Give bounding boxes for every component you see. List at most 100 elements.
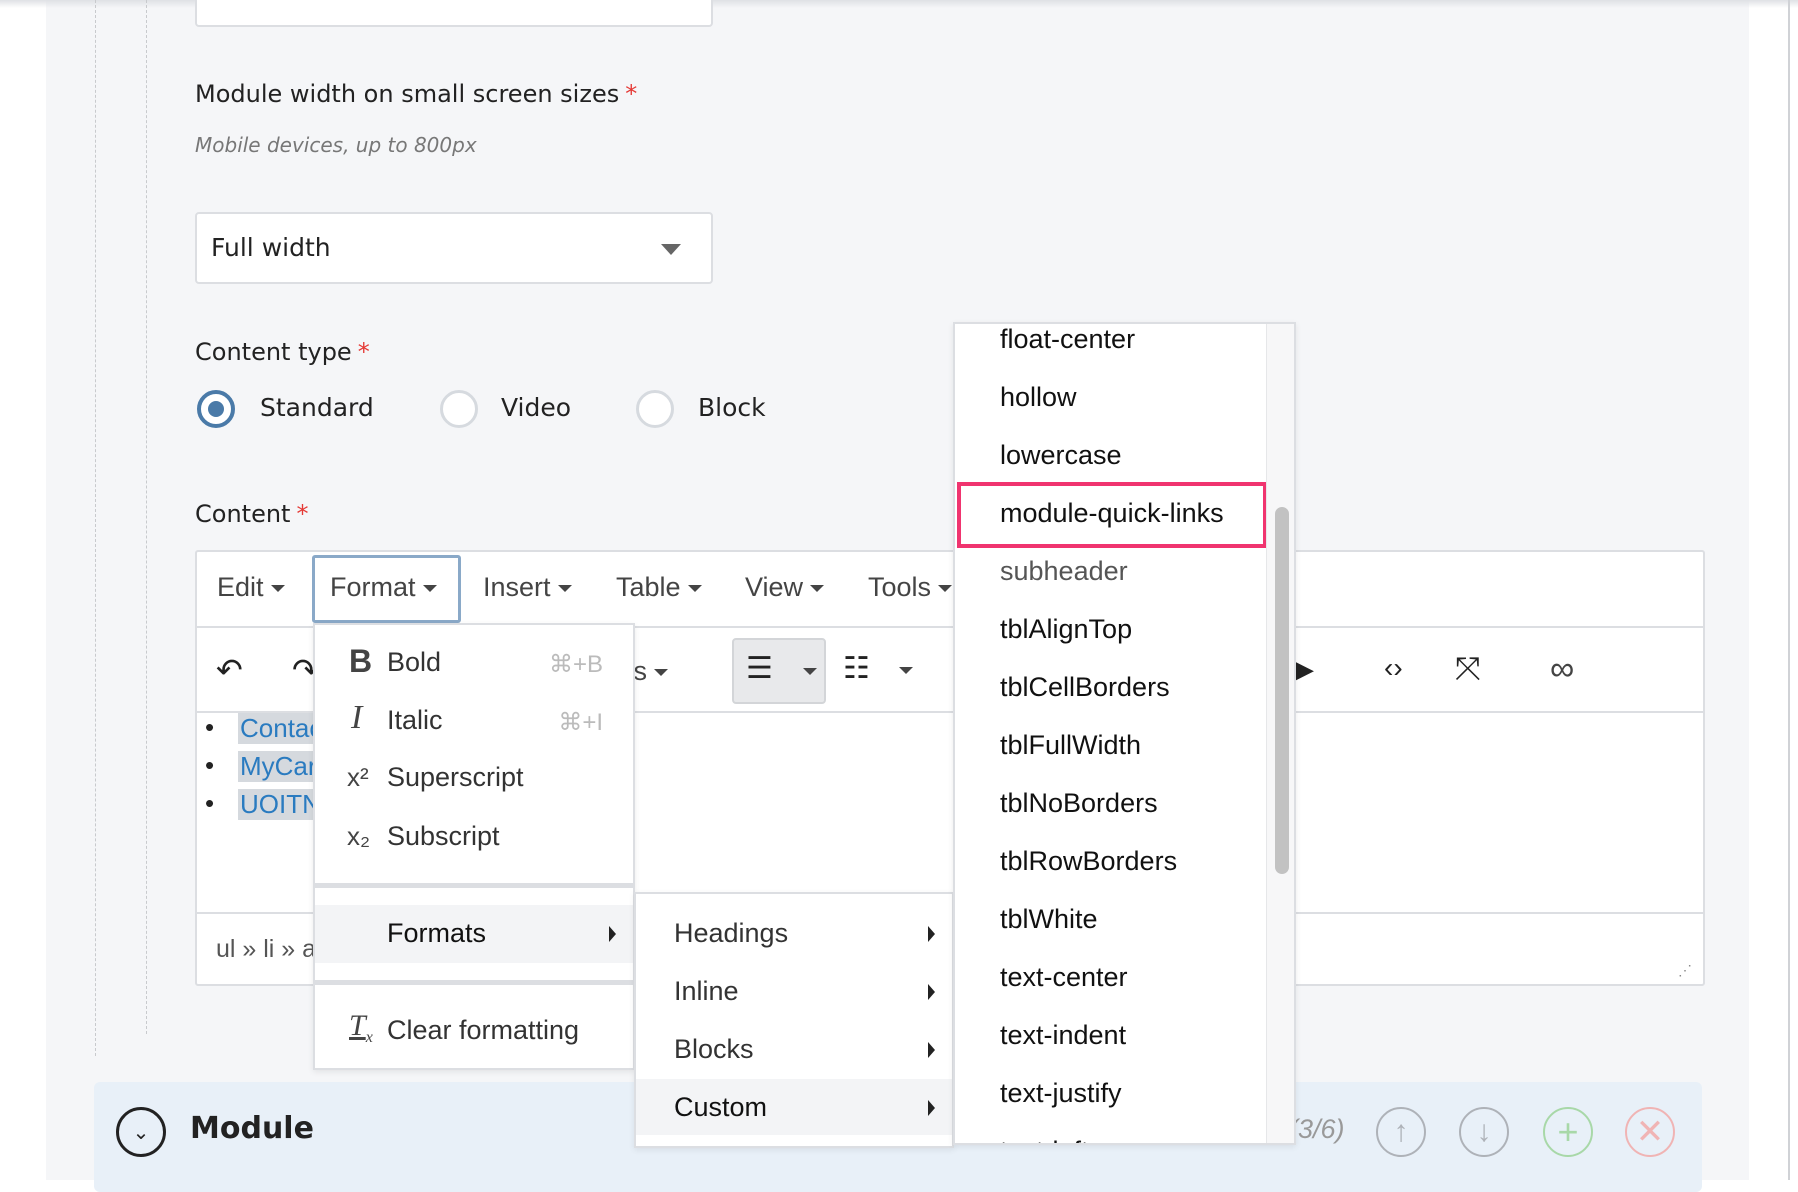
- custom-item-label: tblRowBorders: [1000, 846, 1178, 876]
- content-link[interactable]: Contac: [238, 713, 325, 744]
- undo-icon[interactable]: ↶: [216, 654, 243, 686]
- custom-item-label: text-indent: [1000, 1020, 1127, 1050]
- menu-item-label: Clear formatting: [387, 1015, 580, 1045]
- menu-insert[interactable]: Insert: [483, 572, 572, 603]
- custom-item-hollow[interactable]: hollow: [955, 368, 1265, 426]
- custom-item-label: tblCellBorders: [1000, 672, 1170, 702]
- superscript-icon: x²: [347, 762, 369, 792]
- custom-item-label: subheader: [1000, 556, 1128, 586]
- menu-item-italic[interactable]: I Italic ⌘+I: [315, 695, 633, 751]
- close-icon: ✕: [1635, 1113, 1665, 1151]
- content-link[interactable]: UOITN: [238, 789, 323, 820]
- menu-item-label: Subscript: [387, 821, 500, 851]
- submenu-arrow-icon: [928, 926, 935, 942]
- shortcut: ⌘+B: [548, 651, 603, 678]
- media-icon[interactable]: ▶: [1294, 656, 1314, 682]
- select-value: Full width: [211, 233, 331, 262]
- content-type-label: Content type *: [195, 338, 370, 366]
- collapse-toggle[interactable]: ⌄: [116, 1107, 166, 1157]
- custom-item-tblRowBorders[interactable]: tblRowBorders: [955, 832, 1265, 890]
- nesting-guide: [146, 0, 147, 1034]
- formats-submenu: Headings Inline Blocks Custom: [634, 892, 954, 1148]
- custom-item-label: lowercase: [1000, 440, 1122, 470]
- bullet-list-button[interactable]: ☰: [732, 638, 826, 704]
- arrow-up-icon: ↑: [1393, 1115, 1409, 1148]
- menu-item-bold[interactable]: B Bold ⌘+B: [315, 637, 633, 693]
- clear-formatting-icon: Tx: [349, 1009, 373, 1046]
- submenu-arrow-icon: [928, 1100, 935, 1116]
- plus-icon: +: [1557, 1111, 1579, 1152]
- menu-item-label: Bold: [387, 647, 442, 677]
- menu-item-clear-formatting[interactable]: Tx Clear formatting: [315, 1003, 633, 1059]
- chevron-down-icon: ⌄: [132, 1121, 150, 1144]
- module-counter: (3/6): [1289, 1114, 1345, 1144]
- radio-standard-label[interactable]: Standard: [260, 393, 374, 422]
- remove-button[interactable]: ✕: [1625, 1107, 1675, 1157]
- submenu-item-headings[interactable]: Headings: [636, 904, 952, 962]
- custom-item-text-justify[interactable]: text-justify: [955, 1064, 1265, 1122]
- menu-format-label[interactable]: Format: [330, 572, 437, 603]
- menu-item-label: Headings: [674, 918, 789, 948]
- custom-item-label: tblFullWidth: [1000, 730, 1142, 760]
- radio-block-label[interactable]: Block: [698, 393, 766, 422]
- small-width-label: Module width on small screen sizes *: [195, 80, 638, 108]
- small-width-select[interactable]: Full width: [195, 212, 713, 284]
- scrollbar-track[interactable]: [1266, 324, 1294, 1143]
- custom-item-label: hollow: [1000, 382, 1077, 412]
- menu-tools[interactable]: Tools: [868, 572, 953, 603]
- custom-item-label: float-center: [1000, 324, 1136, 354]
- move-up-button[interactable]: ↑: [1376, 1107, 1426, 1157]
- menu-item-label: Superscript: [387, 762, 524, 792]
- custom-item-label: module-quick-links: [1000, 498, 1224, 528]
- custom-item-tblFullWidth[interactable]: tblFullWidth: [955, 716, 1265, 774]
- radio-block[interactable]: [636, 390, 674, 428]
- custom-formats-menu: float-center hollow lowercase module-quick-…: [953, 322, 1296, 1145]
- menu-item-label: Italic: [387, 705, 443, 735]
- submenu-item-blocks[interactable]: Blocks: [636, 1020, 952, 1078]
- radio-video[interactable]: [440, 390, 478, 428]
- custom-item-module-quick-links[interactable]: module-quick-links: [957, 482, 1267, 548]
- resize-handle-icon[interactable]: ⋰: [1678, 962, 1692, 979]
- menu-item-formats[interactable]: Formats: [315, 905, 633, 963]
- element-path[interactable]: ul » li » a: [216, 935, 316, 964]
- move-down-button[interactable]: ↓: [1459, 1107, 1509, 1157]
- module-title: Module: [190, 1111, 314, 1146]
- custom-item-tblCellBorders[interactable]: tblCellBorders: [955, 658, 1265, 716]
- custom-item-lowercase[interactable]: lowercase: [955, 426, 1265, 484]
- custom-item-text-left[interactable]: text-left: [955, 1122, 1265, 1143]
- custom-item-label: tblNoBorders: [1000, 788, 1158, 818]
- previous-input[interactable]: [195, 0, 713, 27]
- custom-item-tblAlignTop[interactable]: tblAlignTop: [955, 600, 1265, 658]
- numbered-list-caret-icon[interactable]: [899, 667, 913, 674]
- menu-item-subscript[interactable]: x₂ Subscript: [315, 811, 633, 867]
- radio-video-label[interactable]: Video: [501, 393, 571, 422]
- content-link[interactable]: MyCar: [238, 751, 319, 782]
- list-item: • Contac: [205, 712, 325, 744]
- custom-item-float-center[interactable]: float-center: [955, 324, 1265, 368]
- divider: [315, 980, 633, 985]
- bullet-list-icon: ☰: [746, 652, 773, 685]
- custom-item-tblWhite[interactable]: tblWhite: [955, 890, 1265, 948]
- format-menu: B Bold ⌘+B I Italic ⌘+I x² Superscript x…: [313, 623, 635, 1070]
- submenu-item-custom[interactable]: Custom: [636, 1079, 952, 1135]
- radio-standard[interactable]: [197, 390, 235, 428]
- divider: [315, 883, 633, 888]
- submenu-arrow-icon: [928, 1042, 935, 1058]
- custom-item-text-indent[interactable]: text-indent: [955, 1006, 1265, 1064]
- custom-item-text-center[interactable]: text-center: [955, 948, 1265, 1006]
- menu-view[interactable]: View: [745, 572, 825, 603]
- link-icon[interactable]: ∞: [1550, 652, 1574, 686]
- scrollbar-thumb[interactable]: [1275, 507, 1289, 874]
- submenu-item-inline[interactable]: Inline: [636, 962, 952, 1020]
- numbered-list-icon[interactable]: ☷: [843, 654, 870, 684]
- custom-item-tblNoBorders[interactable]: tblNoBorders: [955, 774, 1265, 832]
- code-icon[interactable]: ‹›: [1384, 654, 1403, 682]
- menu-item-superscript[interactable]: x² Superscript: [315, 752, 633, 808]
- custom-item-subheader[interactable]: subheader: [955, 542, 1265, 600]
- menu-table[interactable]: Table: [616, 572, 702, 603]
- arrow-down-icon: ↓: [1476, 1115, 1492, 1148]
- menu-edit[interactable]: Edit: [217, 572, 285, 603]
- fullscreen-icon[interactable]: ⤧: [1455, 652, 1481, 684]
- add-button[interactable]: +: [1543, 1107, 1593, 1157]
- list-item: • MyCar: [205, 750, 319, 782]
